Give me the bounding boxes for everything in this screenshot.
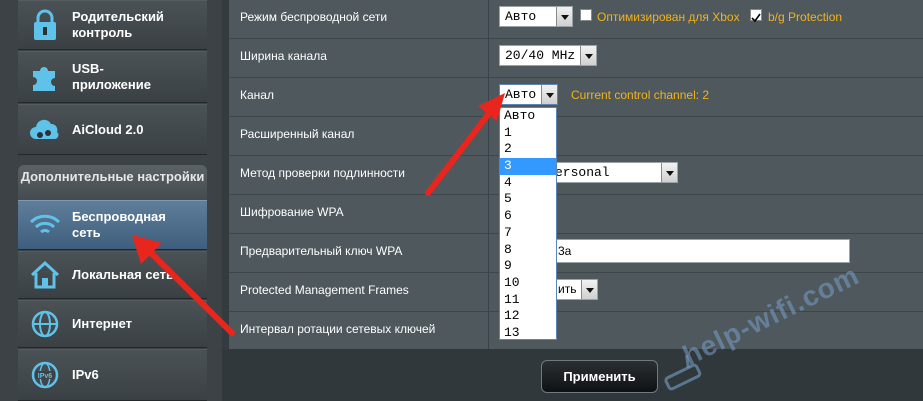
router-admin-page: Родительский контроль USB-приложение AiC… <box>0 0 923 401</box>
arrow-to-wireless <box>132 235 235 336</box>
arrow-to-channel <box>425 93 505 196</box>
annotation-arrows <box>132 93 505 336</box>
